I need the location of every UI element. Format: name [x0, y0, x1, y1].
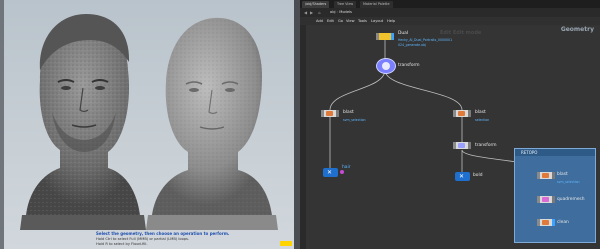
node-hair-label: hair [342, 165, 351, 170]
retopo-network-box[interactable]: RETOPO [514, 148, 596, 243]
node-blast-left-group: svm_selection [343, 118, 366, 122]
node-blast-left-label: blast [343, 110, 354, 115]
node-hair[interactable]: ✕ [323, 168, 338, 177]
app-window: Select the geometry, then choose an oper… [0, 0, 600, 249]
node-dual-path-2: 024_generate.obj [398, 43, 426, 47]
null-x-icon: ✕ [459, 173, 465, 180]
transform-icon [382, 62, 390, 70]
node-blast-right[interactable] [453, 110, 471, 117]
null-x-icon: ✕ [327, 169, 333, 176]
node-clean[interactable] [537, 219, 555, 226]
output-marker-icon [340, 170, 344, 174]
node-dual[interactable] [376, 33, 394, 40]
node-transform-right-label: transform [475, 143, 497, 148]
node-blast-right-group: selection [475, 118, 490, 122]
node-transform-right[interactable] [453, 142, 471, 149]
node-transform-top[interactable] [376, 58, 396, 74]
node-wires [329, 40, 547, 218]
node-quadremesh[interactable] [537, 196, 555, 203]
node-clean-label: clean [557, 220, 569, 225]
node-retopo-blast-label: blast [557, 172, 568, 177]
node-retopo-blast[interactable] [537, 172, 555, 179]
node-bold[interactable]: ✕ [455, 172, 470, 181]
node-quadremesh-label: quadremesh [557, 197, 585, 202]
node-retopo-blast-group: svm_selection [557, 180, 580, 184]
node-transform-top-label: transform [398, 63, 420, 68]
node-blast-right-label: blast [475, 110, 486, 115]
node-dual-path-1: Hecky_AI_Dual_Portraits_0000001 [398, 38, 453, 42]
node-dual-label: Dual [398, 31, 409, 36]
node-bold-label: bold [473, 173, 483, 178]
network-box-title: RETOPO [515, 149, 595, 156]
node-blast-left[interactable] [321, 110, 339, 117]
